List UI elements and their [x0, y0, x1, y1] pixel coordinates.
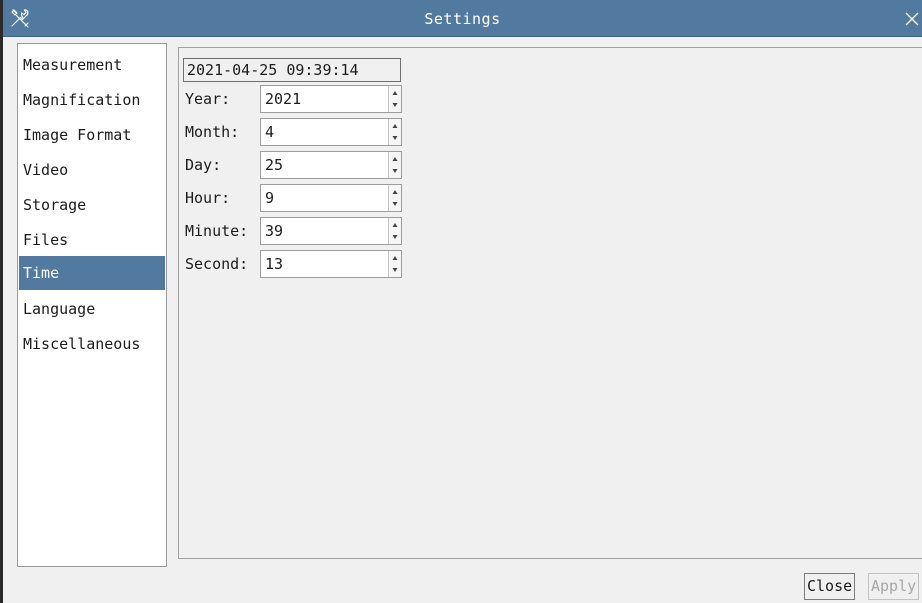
- sidebar-item-video[interactable]: Video: [19, 153, 165, 187]
- month-label: Month:: [185, 123, 240, 141]
- hour-label: Hour:: [185, 189, 231, 207]
- minute-label: Minute:: [185, 222, 249, 240]
- month-value: 4: [265, 123, 275, 141]
- sidebar-item-magnification[interactable]: Magnification: [19, 83, 165, 117]
- spin-arrows: [388, 251, 401, 277]
- spin-up-icon[interactable]: [389, 152, 401, 165]
- spin-arrows: [388, 152, 401, 178]
- title-bar: Settings: [3, 0, 922, 37]
- hour-value: 9: [265, 189, 275, 207]
- year-value: 2021: [265, 90, 302, 108]
- spin-down-icon[interactable]: [389, 264, 401, 277]
- spin-up-icon[interactable]: [389, 119, 401, 132]
- spin-down-icon[interactable]: [389, 99, 401, 112]
- month-spinbox[interactable]: 4: [260, 118, 402, 146]
- second-value: 13: [265, 255, 284, 273]
- sidebar-item-storage[interactable]: Storage: [19, 188, 165, 222]
- minute-spinbox[interactable]: 39: [260, 217, 402, 245]
- close-icon[interactable]: [901, 8, 922, 30]
- spin-arrows: [388, 86, 401, 112]
- close-button[interactable]: Close: [804, 573, 856, 600]
- settings-category-list: Measurement Magnification Image Format V…: [17, 43, 167, 567]
- year-label: Year:: [185, 90, 231, 108]
- sidebar-item-files[interactable]: Files: [19, 223, 165, 257]
- spin-down-icon[interactable]: [389, 132, 401, 145]
- spin-down-icon[interactable]: [389, 231, 401, 244]
- hour-spinbox[interactable]: 9: [260, 184, 402, 212]
- current-datetime-display: 2021-04-25 09:39:14: [183, 58, 401, 82]
- spin-up-icon[interactable]: [389, 218, 401, 231]
- day-label: Day:: [185, 156, 222, 174]
- day-value: 25: [265, 156, 284, 174]
- year-spinbox[interactable]: 2021: [260, 85, 402, 113]
- minute-value: 39: [265, 222, 284, 240]
- spin-up-icon[interactable]: [389, 185, 401, 198]
- spin-arrows: [388, 218, 401, 244]
- sidebar-item-time[interactable]: Time: [19, 256, 165, 290]
- spin-down-icon[interactable]: [389, 165, 401, 178]
- spin-arrows: [388, 185, 401, 211]
- spin-up-icon[interactable]: [389, 251, 401, 264]
- sidebar-item-image-format[interactable]: Image Format: [19, 118, 165, 152]
- second-label: Second:: [185, 255, 249, 273]
- sidebar-item-language[interactable]: Language: [19, 292, 165, 326]
- spin-arrows: [388, 119, 401, 145]
- sidebar-item-measurement[interactable]: Measurement: [19, 48, 165, 82]
- window-title: Settings: [424, 10, 501, 28]
- spin-up-icon[interactable]: [389, 86, 401, 99]
- day-spinbox[interactable]: 25: [260, 151, 402, 179]
- settings-window: Settings Measurement Magnification Image…: [0, 0, 922, 603]
- apply-button[interactable]: Apply: [868, 573, 920, 600]
- spin-down-icon[interactable]: [389, 198, 401, 211]
- second-spinbox[interactable]: 13: [260, 250, 402, 278]
- sidebar-item-miscellaneous[interactable]: Miscellaneous: [19, 327, 165, 361]
